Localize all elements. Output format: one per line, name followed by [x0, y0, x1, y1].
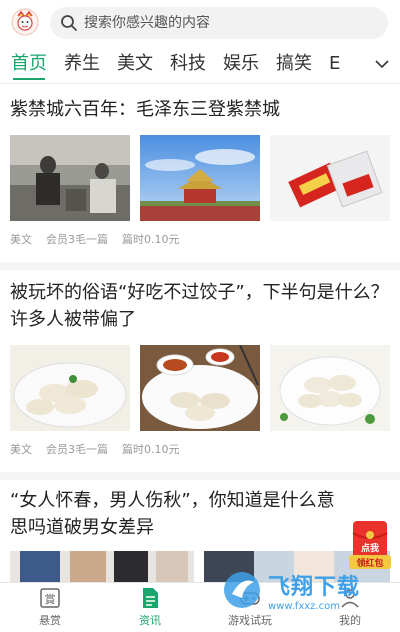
divider	[0, 472, 400, 480]
reward-icon: 賞	[40, 588, 60, 608]
watermark-logo-icon	[224, 572, 260, 608]
article-meta: 美文 会员3毛一篇 篇时0.10元	[10, 441, 390, 457]
meta-price: 会员3毛一篇	[46, 233, 108, 246]
meta-category: 美文	[10, 443, 32, 456]
tab-home[interactable]: 首页	[11, 44, 47, 84]
article-thumbnail[interactable]	[10, 135, 130, 221]
meta-price: 会员3毛一篇	[46, 443, 108, 456]
article-title[interactable]: 紫禁城六百年：毛泽东三登紫禁城	[10, 96, 390, 123]
nav-news[interactable]: 资讯	[100, 583, 200, 632]
search-input[interactable]	[84, 15, 364, 31]
svg-text:賞: 賞	[45, 593, 56, 606]
watermark: 飞翔下载 www.fxxz.com	[220, 565, 390, 615]
nav-label: 悬赏	[39, 614, 61, 627]
article-thumbnail[interactable]	[10, 345, 130, 431]
article-thumbnail[interactable]	[140, 135, 260, 221]
float-top-text: 点我	[361, 542, 379, 554]
meta-duration: 篇时0.10元	[122, 233, 180, 246]
nav-reward[interactable]: 賞 悬赏	[0, 583, 100, 632]
search-bar[interactable]	[50, 7, 388, 39]
search-icon	[61, 15, 77, 31]
news-icon	[143, 588, 158, 608]
divider	[0, 262, 400, 270]
tab-funny[interactable]: 搞笑	[276, 44, 312, 84]
category-tabs: 首页 养生 美文 科技 娱乐 搞笑 E	[0, 44, 400, 84]
article-meta: 美文 会员3毛一篇 篇时0.10元	[10, 231, 390, 247]
watermark-url: www.fxxz.com	[268, 600, 340, 612]
chevron-down-icon[interactable]	[374, 56, 390, 72]
tab-health[interactable]: 养生	[64, 44, 100, 84]
tab-partial[interactable]: E	[329, 44, 345, 84]
article-title[interactable]: 被玩坏的俗语“好吃不过饺子”，下半句是什么？许多人被带偏了	[10, 279, 390, 333]
tab-tech[interactable]: 科技	[170, 44, 206, 84]
meta-category: 美文	[10, 233, 32, 246]
red-envelope-float-button[interactable]: 点我 领红包	[349, 519, 391, 571]
article-card[interactable]: 紫禁城六百年：毛泽东三登紫禁城 美文 会员3毛一篇 篇时0.10元	[0, 96, 400, 247]
article-thumbnail[interactable]	[270, 345, 390, 431]
article-card[interactable]: 被玩坏的俗语“好吃不过饺子”，下半句是什么？许多人被带偏了 美文 会员3毛一篇 …	[0, 279, 400, 457]
article-thumbnail[interactable]	[270, 135, 390, 221]
top-header	[0, 0, 400, 44]
tab-entertainment[interactable]: 娱乐	[223, 44, 259, 84]
nav-label: 资讯	[139, 614, 161, 627]
app-logo-icon[interactable]	[10, 7, 40, 37]
article-title[interactable]: “女人怀春，男人伤秋”，你知道是什么意思吗道破男女差异	[10, 487, 350, 541]
tab-prose[interactable]: 美文	[117, 44, 153, 84]
article-thumbnail[interactable]	[140, 345, 260, 431]
meta-duration: 篇时0.10元	[122, 443, 180, 456]
watermark-text: 飞翔下载	[268, 574, 361, 600]
